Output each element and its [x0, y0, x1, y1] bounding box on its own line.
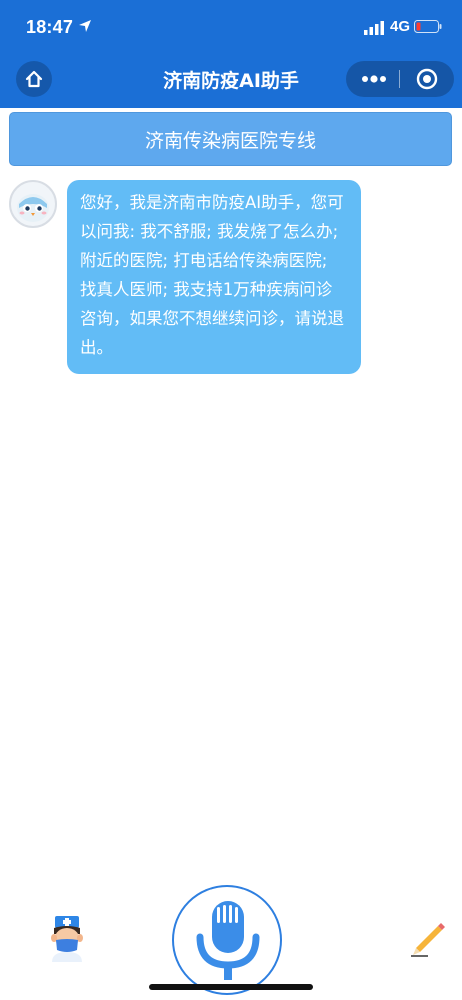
location-arrow-icon [79, 20, 91, 32]
network-label: 4G [390, 18, 411, 35]
doctor-icon[interactable] [46, 914, 88, 962]
status-time: 18:47 [26, 17, 74, 37]
home-indicator [149, 984, 313, 990]
signal-icon [364, 21, 384, 35]
pencil-icon[interactable] [408, 918, 448, 958]
hospital-hotline-banner[interactable]: 济南传染病医院专线 [9, 112, 452, 166]
battery-icon [414, 20, 442, 33]
bot-message-bubble: 您好，我是济南市防疫AI助手，您可以问我: 我不舒服; 我发烧了怎么办; 附近的… [67, 180, 361, 374]
microphone-icon [196, 901, 260, 980]
capsule-divider [399, 70, 400, 88]
bot-avatar-icon [9, 180, 57, 228]
mini-program-capsule [346, 61, 454, 97]
header: 18:47 4G 济南防疫AI助手 [0, 0, 462, 108]
target-icon[interactable] [416, 68, 438, 90]
more-icon[interactable] [362, 75, 386, 83]
app-root: 18:47 4G 济南防疫AI助手 济南传染病医院专线 您好，我是济南市防疫AI… [0, 0, 462, 1000]
voice-input-button[interactable] [172, 885, 282, 995]
